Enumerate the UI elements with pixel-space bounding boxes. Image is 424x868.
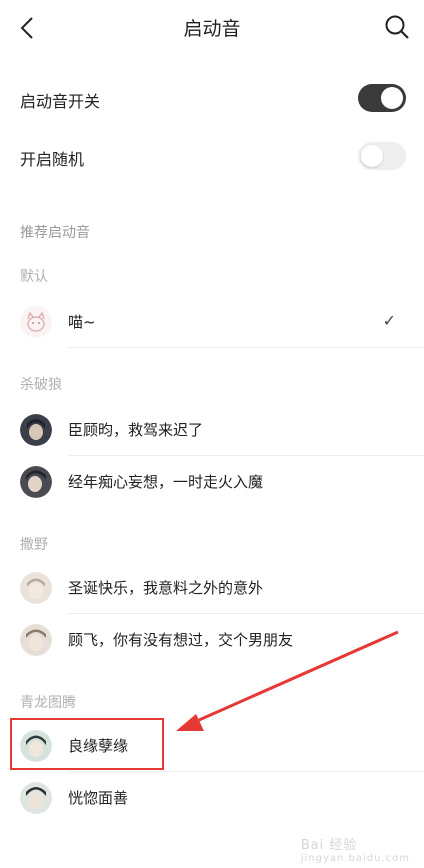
page-title: 启动音 (183, 18, 241, 40)
list-item[interactable]: 恍惚面善 (0, 772, 424, 824)
list-item[interactable]: 良缘孽缘 (0, 720, 424, 772)
list-item[interactable]: 圣诞快乐，我意料之外的意外 (0, 562, 424, 614)
item-name: 顾飞，你有没有想过，交个男朋友 (68, 631, 294, 649)
checkmark-icon: ✓ (382, 311, 396, 330)
group-title-sa-ye: 撒野 (20, 537, 48, 553)
group-title-sha-po-lang: 杀破狼 (20, 377, 62, 393)
divider (68, 347, 424, 348)
list-item[interactable]: 喵~ ✓ (0, 296, 424, 348)
toggle-knob (361, 145, 383, 167)
random-label: 开启随机 (20, 150, 85, 169)
random-toggle[interactable] (358, 142, 406, 170)
item-name: 喵~ (68, 313, 96, 331)
cat-avatar (20, 306, 52, 338)
search-icon[interactable] (382, 12, 412, 42)
header-bar: 启动音 (0, 0, 424, 56)
toggle-knob (381, 87, 403, 109)
master-switch-label: 启动音开关 (20, 92, 101, 111)
list-item[interactable]: 臣顾昀，救驾来迟了 (0, 404, 424, 456)
character-avatar (20, 414, 52, 446)
back-arrow-icon[interactable] (14, 14, 42, 42)
item-name: 良缘孽缘 (68, 737, 129, 755)
item-name: 圣诞快乐，我意料之外的意外 (68, 579, 264, 597)
group-title-default: 默认 (20, 269, 48, 285)
watermark: Bai 经验 jingyan.baidu.com (301, 834, 410, 864)
character-avatar (20, 572, 52, 604)
character-avatar (20, 730, 52, 762)
recommended-section-title: 推荐启动音 (20, 225, 90, 241)
list-item[interactable]: 顾飞，你有没有想过，交个男朋友 (0, 614, 424, 666)
list-item[interactable]: 经年痴心妄想，一时走火入魔 (0, 456, 424, 508)
item-name: 经年痴心妄想，一时走火入魔 (68, 473, 264, 491)
watermark-text: Bai 经验 (300, 838, 358, 853)
item-name: 臣顾昀，救驾来迟了 (68, 421, 204, 439)
master-switch-toggle[interactable] (358, 84, 406, 112)
watermark-sub: jingyan.baidu.com (300, 853, 410, 864)
character-avatar (20, 624, 52, 656)
setting-row-random: 开启随机 (0, 128, 424, 186)
character-avatar (20, 466, 52, 498)
group-title-qing-long-tu-teng: 青龙图腾 (20, 695, 76, 711)
character-avatar (20, 782, 52, 814)
item-name: 恍惚面善 (68, 789, 129, 807)
setting-row-master-switch: 启动音开关 (0, 70, 424, 128)
